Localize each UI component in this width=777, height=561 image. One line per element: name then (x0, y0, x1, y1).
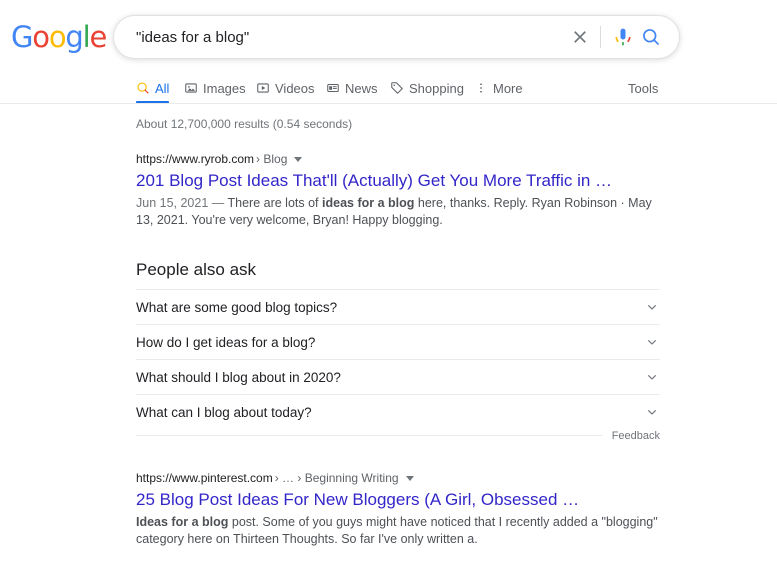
result-url-line: https://www.pinterest.com › … › Beginnin… (136, 469, 676, 487)
video-icon (257, 83, 269, 93)
tab-news[interactable]: News (326, 72, 378, 104)
paa-question-row[interactable]: How do I get ideas for a blog? (136, 324, 660, 359)
snippet-date: Jun 15, 2021 — (136, 196, 228, 210)
paa-question-label: What should I blog about in 2020? (136, 369, 341, 385)
tools-label: Tools (628, 80, 659, 96)
result-title[interactable]: 201 Blog Post Ideas That'll (Actually) G… (136, 169, 676, 193)
search-result: https://www.pinterest.com › … › Beginnin… (136, 469, 676, 548)
google-logo[interactable]: Google (11, 20, 107, 54)
chevron-down-icon[interactable] (644, 299, 660, 315)
tab-shopping[interactable]: Shopping (390, 72, 464, 104)
paa-question-row[interactable]: What can I blog about today? (136, 394, 660, 429)
search-icon (137, 82, 149, 94)
result-stats: About 12,700,000 results (0.54 seconds) (136, 117, 353, 131)
snippet-body: Ideas for a blog post. Some of you guys … (136, 515, 658, 546)
paa-question-label: What can I blog about today? (136, 404, 312, 420)
paa-question-row[interactable]: What are some good blog topics? (136, 289, 660, 324)
news-icon (327, 83, 339, 93)
tools-button[interactable]: Tools (628, 72, 658, 104)
search-tabs: All Images Videos News Shopping More Too… (0, 72, 777, 104)
people-also-ask-title: People also ask (136, 260, 257, 279)
result-url-line: https://www.ryrob.com › Blog (136, 150, 676, 168)
chevron-down-icon[interactable] (405, 475, 414, 481)
result-breadcrumb: › Blog (256, 152, 288, 166)
search-result: https://www.ryrob.com › Blog 201 Blog Po… (136, 150, 676, 229)
search-box-actions (566, 23, 679, 51)
logo-letter-G: G (11, 20, 33, 54)
chevron-down-icon[interactable] (644, 334, 660, 350)
tab-all[interactable]: All (136, 72, 170, 104)
people-also-ask: People also ask What are some good blog … (136, 259, 660, 443)
search-box-divider (600, 26, 601, 48)
paa-footer-divider (136, 435, 602, 436)
logo-letter-o2: o (48, 20, 67, 54)
tab-videos-label: Videos (275, 80, 315, 96)
result-url[interactable]: https://www.ryrob.com (136, 150, 254, 168)
result-title[interactable]: 25 Blog Post Ideas For New Bloggers (A G… (136, 488, 676, 512)
tab-all-label: All (155, 80, 170, 96)
chevron-down-icon[interactable] (644, 404, 660, 420)
logo-letter-g: g (65, 20, 83, 54)
result-breadcrumb: › … › Beginning Writing (274, 471, 399, 485)
tab-news-label: News (345, 80, 378, 96)
tab-shopping-label: Shopping (409, 80, 464, 96)
paa-question-label: How do I get ideas for a blog? (136, 334, 316, 350)
tab-images[interactable]: Images (184, 72, 246, 104)
close-icon[interactable] (566, 23, 594, 51)
tab-more[interactable]: More (474, 72, 523, 104)
paa-footer: Feedback (136, 429, 660, 443)
search-input[interactable] (134, 22, 566, 52)
tab-images-label: Images (203, 80, 246, 96)
paa-question-label: What are some good blog topics? (136, 299, 338, 315)
logo-letter-o1: o (32, 20, 50, 54)
paa-question-row[interactable]: What should I blog about in 2020? (136, 359, 660, 394)
result-url[interactable]: https://www.pinterest.com (136, 469, 273, 487)
tab-more-label: More (493, 80, 523, 96)
logo-letter-e: e (89, 20, 107, 54)
page-header: Google "ideas for a blog" All Images Vid… (0, 0, 777, 104)
search-results: About 12,700,000 results (0.54 seconds) … (136, 104, 676, 548)
tag-icon (391, 82, 403, 94)
image-icon (185, 83, 197, 93)
tab-videos[interactable]: Videos (256, 72, 315, 104)
search-submit-icon[interactable] (637, 23, 665, 51)
result-snippet: Ideas for a blog post. Some of you guys … (136, 514, 664, 548)
chevron-down-icon[interactable] (294, 156, 303, 162)
result-snippet: Jun 15, 2021 — There are lots of ideas f… (136, 195, 664, 229)
chevron-down-icon[interactable] (644, 369, 660, 385)
more-vertical-icon (480, 83, 482, 93)
microphone-icon[interactable] (609, 23, 637, 51)
feedback-link[interactable]: Feedback (602, 429, 660, 443)
search-box[interactable] (113, 15, 680, 59)
